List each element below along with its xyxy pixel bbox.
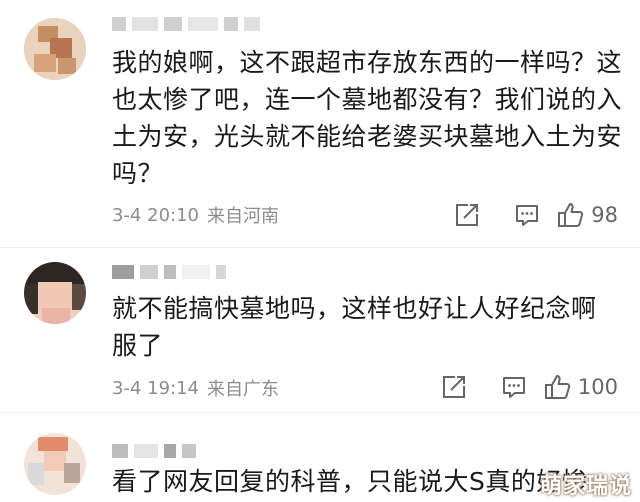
reply-button[interactable] [497, 202, 557, 228]
comment-location: 来自广东 [207, 379, 279, 400]
comment-actions: 100 [424, 372, 618, 402]
comment-actions: 98 [437, 200, 618, 230]
comment-meta: 3-4 19:14 来自广东 [112, 376, 279, 401]
thumbs-up-icon [544, 375, 571, 399]
username[interactable] [112, 441, 196, 461]
share-button[interactable] [424, 374, 484, 400]
watermark: 萌家瑞说 [539, 474, 632, 499]
comment-text: 就不能搞快墓地吗，这样也好让人好纪念啊 服了 [112, 294, 597, 360]
comment-item: 就不能搞快墓地吗，这样也好让人好纪念啊 服了 3-4 19:14 来自广东 10… [0, 248, 640, 418]
thumbs-up-icon [558, 203, 584, 227]
comment-icon [502, 377, 525, 398]
comment-text: 我的娘啊，这不跟超市存放东西的一样吗？这也太惨了吧，连一个墓地都没有？我们说的入… [112, 48, 623, 188]
like-count: 100 [577, 375, 618, 399]
reply-button[interactable] [484, 374, 544, 400]
share-button[interactable] [437, 202, 497, 228]
like-count: 98 [591, 203, 618, 227]
like-button[interactable]: 100 [544, 373, 618, 401]
comment-time: 3-4 20:10 [112, 204, 199, 226]
like-button[interactable]: 98 [557, 201, 618, 229]
comment-time: 3-4 19:14 [112, 377, 199, 399]
avatar[interactable] [24, 433, 86, 495]
comment-icon [516, 205, 539, 226]
username[interactable] [112, 262, 226, 282]
username[interactable] [112, 14, 260, 34]
comment-item: 我的娘啊，这不跟超市存放东西的一样吗？这也太惨了吧，连一个墓地都没有？我们说的入… [0, 0, 640, 245]
share-icon [456, 204, 479, 226]
comment-location: 来自河南 [207, 206, 279, 227]
share-icon [442, 376, 465, 398]
comment-meta: 3-4 20:10 来自河南 [112, 203, 279, 228]
avatar[interactable] [24, 262, 86, 324]
avatar[interactable] [24, 18, 86, 80]
